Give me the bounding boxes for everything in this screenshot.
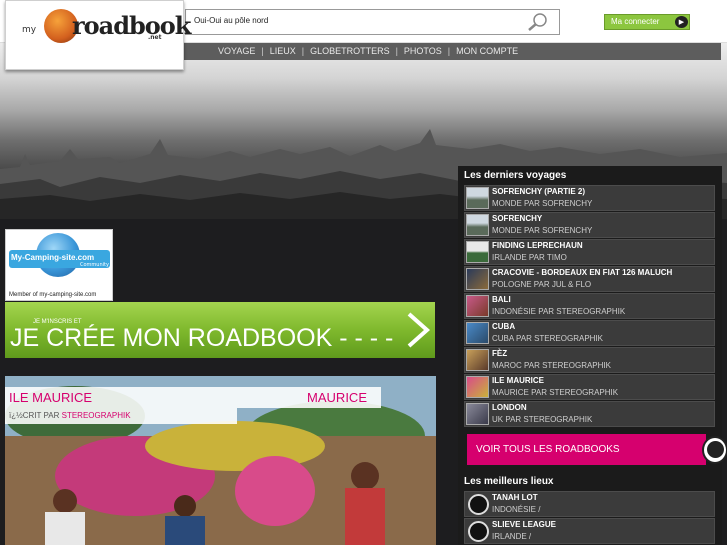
trip-item[interactable]: CUBA CUBA PAR STEREOGRAPHIK — [464, 320, 715, 346]
trip-name: CRACOVIE - BORDEAUX EN FIAT 126 MALUCH — [492, 268, 673, 277]
place-item[interactable]: TANAH LOT INDONÉSIE / — [464, 491, 715, 517]
main-nav: VOYAGE | LIEUX | GLOBETROTTERS | PHOTOS | MON CO… — [184, 43, 721, 60]
place-name: SLIEVE LEAGUE — [492, 520, 557, 529]
trip-subtitle: CUBA PAR STEREOGRAPHIK — [492, 334, 603, 343]
trip-item[interactable]: LONDON UK PAR STEREOGRAPHIK — [464, 401, 715, 427]
trip-thumbnail — [466, 187, 489, 209]
trip-item[interactable]: ILE MAURICE MAURICE PAR STEREOGRAPHIK — [464, 374, 715, 400]
trip-name: SOFRENCHY — [492, 214, 543, 223]
place-item[interactable]: SLIEVE LEAGUE IRLANDE / — [464, 518, 715, 544]
camping-site-badge[interactable]: My-Camping-site.com Community Member of … — [5, 229, 113, 301]
trip-name: LONDON — [492, 403, 527, 412]
trip-name: SOFRENCHY (PARTIE 2) — [492, 187, 586, 196]
trip-item[interactable]: SOFRENCHY (PARTIE 2) MONDE PAR SOFRENCHY — [464, 185, 715, 211]
place-subtitle: INDONÉSIE / — [492, 505, 541, 514]
globe-icon[interactable] — [702, 436, 727, 464]
trip-thumbnail — [466, 241, 489, 263]
trip-item[interactable]: SOFRENCHY MONDE PAR SOFRENCHY — [464, 212, 715, 238]
place-subtitle: IRLANDE / — [492, 532, 532, 541]
search-box — [185, 9, 560, 35]
search-input[interactable] — [194, 16, 514, 25]
arrow-right-icon — [407, 312, 431, 348]
arrow-right-icon: ▶ — [675, 16, 688, 28]
nav-separator: | — [447, 46, 451, 56]
nav-separator: | — [301, 46, 305, 56]
trip-subtitle: POLOGNE PAR JUL & FLO — [492, 280, 592, 289]
cta-big-text: JE CRÉE MON ROADBOOK - - - - — [10, 324, 394, 352]
trip-subtitle: INDONÉSIE PAR STEREOGRAPHIK — [492, 307, 626, 316]
search-icon[interactable] — [527, 12, 549, 32]
trip-thumbnail — [466, 214, 489, 236]
trip-name: BALI — [492, 295, 511, 304]
trip-item[interactable]: FINDING LEPRECHAUN IRLANDE PAR TIMO — [464, 239, 715, 265]
camping-community: Community — [80, 262, 109, 268]
logo-suffix: .net — [148, 34, 162, 41]
nav-item-photos[interactable]: PHOTOS — [404, 46, 442, 56]
nav-separator: | — [261, 46, 264, 56]
trip-name: CUBA — [492, 322, 516, 331]
featured-country: MAURICE — [307, 390, 367, 405]
written-by-label: ï¿½CRIT PAR — [9, 411, 60, 420]
featured-title-bar: ILE MAURICE MAURICE — [5, 387, 381, 408]
trip-thumbnail — [466, 349, 489, 371]
featured-author-line: ï¿½CRIT PAR STEREOGRAPHIK — [9, 411, 131, 420]
featured-author-link[interactable]: STEREOGRAPHIK — [62, 411, 131, 420]
latest-trips-title: Les derniers voyages — [464, 170, 567, 181]
see-all-label: VOIR TOUS LES ROADBOOKS — [476, 444, 620, 455]
trip-subtitle: MONDE PAR SOFRENCHY — [492, 199, 593, 208]
trip-item[interactable]: BALI INDONÉSIE PAR STEREOGRAPHIK — [464, 293, 715, 319]
right-sidebar: Les derniers voyages SOFRENCHY (PARTIE 2… — [458, 166, 722, 545]
featured-roadbook[interactable]: ILE MAURICE MAURICE ï¿½CRIT PAR STEREOGR… — [5, 376, 436, 545]
trip-thumbnail — [466, 268, 489, 290]
trip-subtitle: UK PAR STEREOGRAPHIK — [492, 415, 593, 424]
login-label: Ma connecter — [611, 17, 660, 26]
trip-thumbnail — [466, 322, 489, 344]
trip-item[interactable]: CRACOVIE - BORDEAUX EN FIAT 126 MALUCH P… — [464, 266, 715, 292]
trip-thumbnail — [466, 376, 489, 398]
nav-separator: | — [395, 46, 398, 56]
nav-item-voyage[interactable]: VOYAGE — [218, 46, 255, 56]
see-all-roadbooks-button[interactable]: VOIR TOUS LES ROADBOOKS — [467, 434, 706, 465]
create-roadbook-banner[interactable]: JE M'INSCRIS ET JE CRÉE MON ROADBOOK - -… — [5, 302, 435, 358]
logo-prefix: my — [22, 25, 37, 35]
trip-thumbnail — [466, 403, 489, 425]
trip-name: FINDING LEPRECHAUN — [492, 241, 583, 250]
trip-subtitle: IRLANDE PAR TIMO — [492, 253, 567, 262]
site-logo[interactable]: my roadbook .net — [5, 0, 191, 70]
logo-text: roadbook — [72, 11, 191, 40]
trip-name: ILE MAURICE — [492, 376, 544, 385]
nav-item-globetrotters[interactable]: GLOBETROTTERS — [310, 46, 390, 56]
trip-subtitle: MONDE PAR SOFRENCHY — [492, 226, 593, 235]
place-icon — [468, 494, 489, 515]
place-name: TANAH LOT — [492, 493, 538, 502]
place-icon — [468, 521, 489, 542]
trip-subtitle: MAURICE PAR STEREOGRAPHIK — [492, 388, 619, 397]
nav-item-mon-compte[interactable]: MON COMPTE — [456, 46, 518, 56]
camping-brand: My-Camping-site.com — [11, 253, 95, 262]
trip-thumbnail — [466, 295, 489, 317]
featured-author-bar: ï¿½CRIT PAR STEREOGRAPHIK — [5, 408, 237, 424]
nav-item-lieux[interactable]: LIEUX — [270, 46, 296, 56]
trip-item[interactable]: FÈZ MAROC PAR STEREOGRAPHIK — [464, 347, 715, 373]
login-button[interactable]: Ma connecter ▶ — [604, 14, 690, 30]
featured-title[interactable]: ILE MAURICE — [9, 390, 92, 405]
best-places-title: Les meilleurs lieux — [464, 476, 554, 487]
trip-name: FÈZ — [492, 349, 508, 358]
camping-caption: Member of my-camping-site.com — [9, 292, 97, 298]
globe-inner — [707, 441, 724, 458]
trip-subtitle: MAROC PAR STEREOGRAPHIK — [492, 361, 611, 370]
